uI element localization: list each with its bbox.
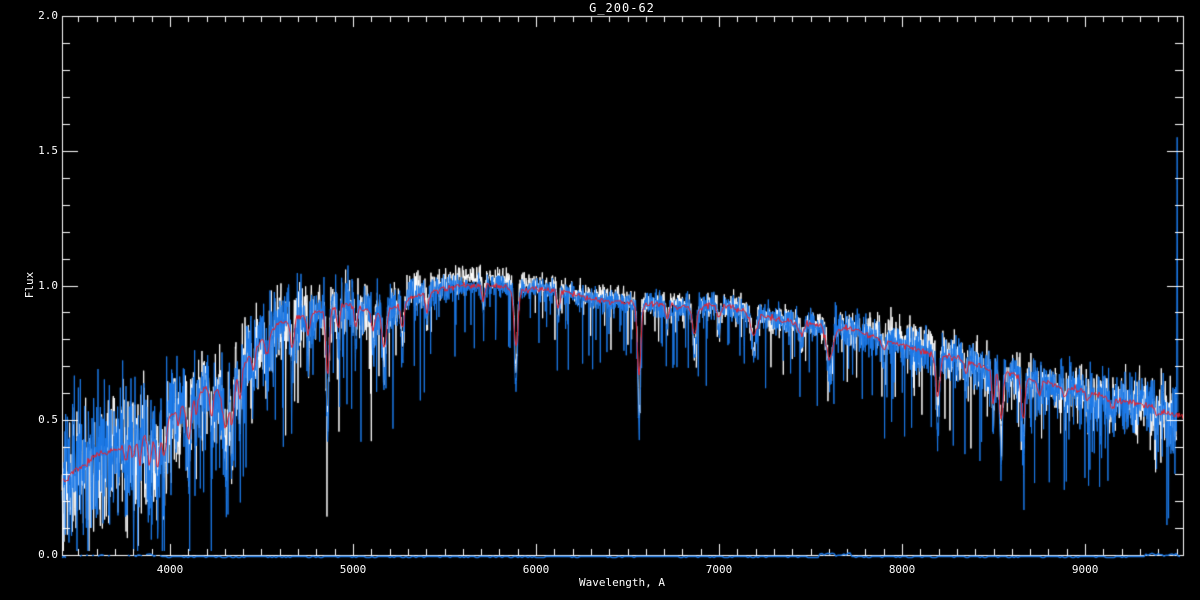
spectrum-plot-window: G_200-62 Wavelength, A Flux 4000 5000 6000… — [0, 0, 1200, 600]
y-tick-label: 0.0 — [38, 548, 58, 561]
chart-title: G_200-62 — [589, 1, 655, 15]
x-tick-label: 6000 — [522, 563, 550, 576]
y-tick-label: 1.5 — [38, 143, 58, 157]
x-tick-label: 8000 — [888, 563, 916, 576]
y-tick-label: 0.5 — [38, 413, 58, 427]
x-axis-label: Wavelength, A — [578, 576, 666, 589]
x-tick-label: 9000 — [1071, 563, 1099, 576]
x-tick-label: 7000 — [705, 563, 733, 576]
y-tick-label: 2.0 — [38, 9, 58, 22]
x-tick-label: 5000 — [339, 563, 367, 576]
y-tick-label: 1.0 — [38, 278, 58, 292]
spectrum-plot-canvas — [0, 0, 1200, 600]
x-tick-label: 4000 — [156, 563, 184, 576]
